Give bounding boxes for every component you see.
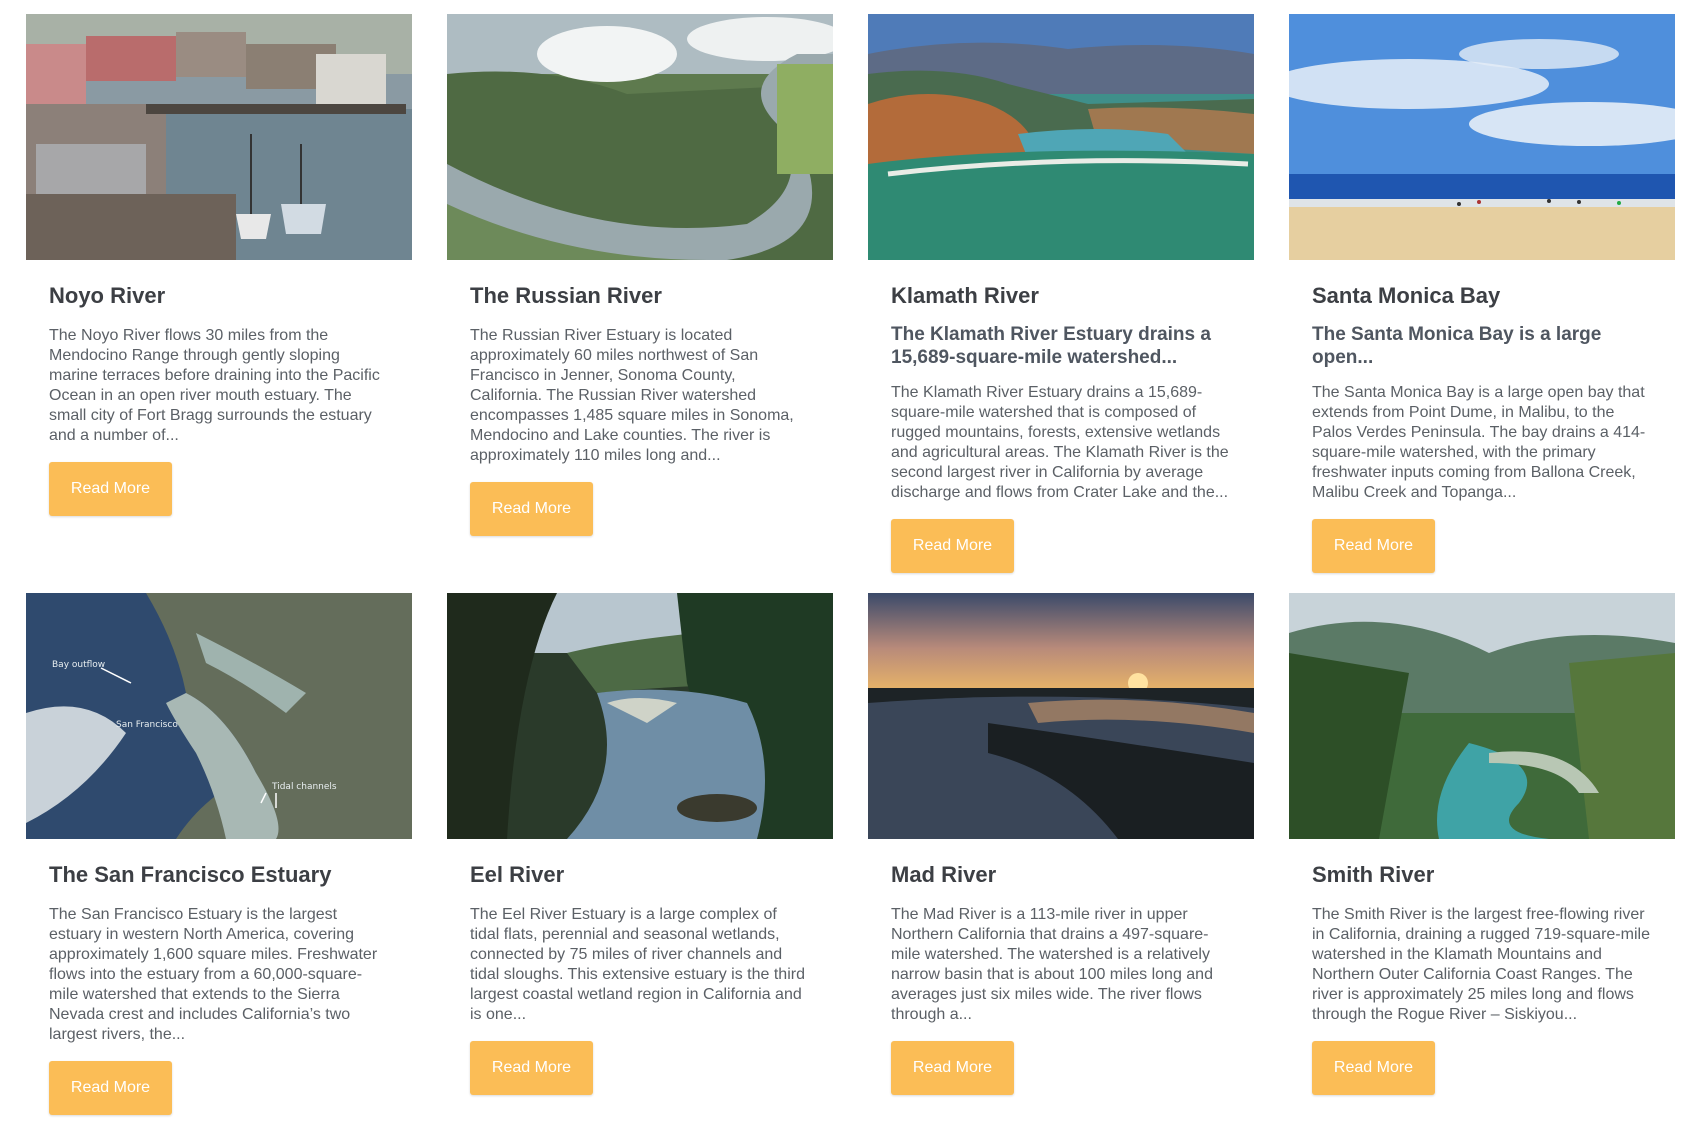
estuary-card: Klamath River The Klamath River Estuary … [868,14,1254,573]
smith-river-photo[interactable] [1289,593,1675,839]
russian-river-photo[interactable] [447,14,833,260]
estuary-card: Eel River The Eel River Estuary is a lar… [447,593,833,1115]
map-label: San Francisco [116,720,178,730]
card-title: Noyo River [49,283,166,308]
estuary-card: Noyo River The Noyo River flows 30 miles… [26,14,412,573]
card-title: Santa Monica Bay [1312,283,1501,308]
card-description: The Klamath River Estuary drains a 15,68… [891,384,1229,501]
card-description: The Russian River Estuary is located app… [470,327,794,464]
noyo-river-photo[interactable] [26,14,412,260]
card-title: Smith River [1312,862,1435,887]
card-title: The Russian River [470,283,662,308]
card-title: Mad River [891,862,997,887]
estuary-card: Bay outflow San Francisco Tidal channels… [26,593,412,1115]
card-subtitle: The Klamath River Estuary drains a 15,68… [891,324,1211,368]
card-description: The Noyo River flows 30 miles from the M… [49,327,380,444]
card-description: The Eel River Estuary is a large complex… [470,906,805,1023]
card-description: The Santa Monica Bay is a large open bay… [1312,384,1646,501]
read-more-button[interactable]: Read More [470,482,593,536]
estuary-card: The Russian River The Russian River Estu… [447,14,833,573]
card-description: The Mad River is a 113-mile river in upp… [891,906,1213,1023]
read-more-button[interactable]: Read More [891,1041,1014,1095]
card-subtitle: The Santa Monica Bay is a large open... [1312,324,1602,368]
read-more-button[interactable]: Read More [1312,519,1435,573]
santa-monica-bay-photo[interactable] [1289,14,1675,260]
map-label: Tidal channels [271,782,337,792]
card-description: The Smith River is the largest free-flow… [1312,906,1650,1023]
card-title: The San Francisco Estuary [49,862,332,887]
read-more-button[interactable]: Read More [1312,1041,1435,1095]
san-francisco-estuary-photo[interactable]: Bay outflow San Francisco Tidal channels [26,593,412,839]
card-title: Eel River [470,862,565,887]
estuary-card: Mad River The Mad River is a 113-mile ri… [868,593,1254,1115]
read-more-button[interactable]: Read More [49,462,172,516]
card-title: Klamath River [891,283,1039,308]
mad-river-photo[interactable] [868,593,1254,839]
eel-river-photo[interactable] [447,593,833,839]
estuary-card: Santa Monica Bay The Santa Monica Bay is… [1289,14,1675,573]
estuary-card: Smith River The Smith River is the large… [1289,593,1675,1115]
map-label: Bay outflow [52,660,105,670]
klamath-river-photo[interactable] [868,14,1254,260]
estuary-card-grid: Noyo River The Noyo River flows 30 miles… [26,14,1675,1115]
card-description: The San Francisco Estuary is the largest… [49,906,378,1043]
read-more-button[interactable]: Read More [470,1041,593,1095]
read-more-button[interactable]: Read More [49,1061,172,1115]
read-more-button[interactable]: Read More [891,519,1014,573]
